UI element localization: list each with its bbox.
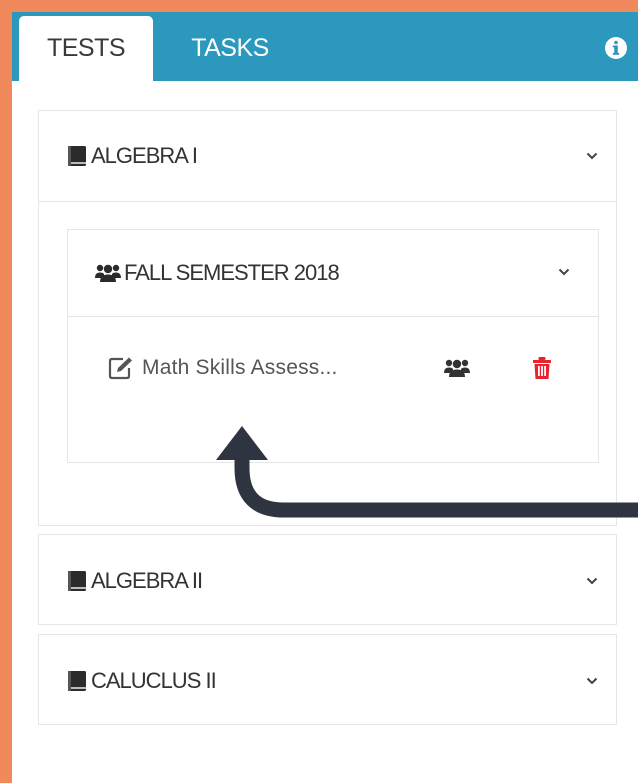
chevron-down-icon[interactable]: [558, 268, 570, 276]
chevron-down-icon[interactable]: [586, 677, 598, 685]
course-header-calculus-2[interactable]: CALUCLUS II: [39, 635, 616, 726]
course-header-algebra-1[interactable]: ALGEBRA I: [39, 111, 616, 201]
book-icon: [68, 146, 86, 166]
section-title: FALL SEMESTER 2018: [124, 260, 340, 285]
panel-divider: [39, 201, 616, 202]
chevron-down-icon[interactable]: [586, 577, 598, 585]
section-panel-fall-2018: FALL SEMESTER 2018 Math Skills Assess...: [67, 229, 599, 463]
course-title: ALGEBRA I: [91, 143, 198, 168]
tab-bar: TESTS TASKS: [12, 12, 638, 81]
users-icon: [95, 264, 121, 282]
book-icon: [68, 570, 86, 591]
book-icon: [68, 670, 86, 691]
assignment-title[interactable]: Math Skills Assess...: [142, 356, 338, 380]
course-title: CALUCLUS II: [91, 667, 217, 693]
course-header-algebra-2[interactable]: ALGEBRA II: [39, 535, 616, 626]
app-frame: TESTS TASKS ALGEBRA I FALL SEMESTER 2018…: [12, 12, 638, 783]
trash-icon[interactable]: [532, 356, 552, 380]
edit-icon[interactable]: [108, 356, 134, 380]
course-panel-calculus-2[interactable]: CALUCLUS II: [38, 634, 617, 725]
tab-tasks[interactable]: TASKS: [172, 16, 288, 81]
course-title: ALGEBRA II: [91, 567, 203, 593]
assignment-row[interactable]: Math Skills Assess...: [68, 348, 598, 388]
course-panel-algebra-1: ALGEBRA I FALL SEMESTER 2018 Math Skills…: [38, 110, 617, 526]
chevron-down-icon[interactable]: [586, 152, 598, 160]
tab-tests[interactable]: TESTS: [19, 16, 153, 81]
course-panel-algebra-2[interactable]: ALGEBRA II: [38, 534, 617, 625]
section-divider: [68, 316, 598, 317]
section-header[interactable]: FALL SEMESTER 2018: [68, 230, 598, 316]
users-icon[interactable]: [444, 358, 470, 378]
info-circle-icon[interactable]: [604, 36, 628, 60]
